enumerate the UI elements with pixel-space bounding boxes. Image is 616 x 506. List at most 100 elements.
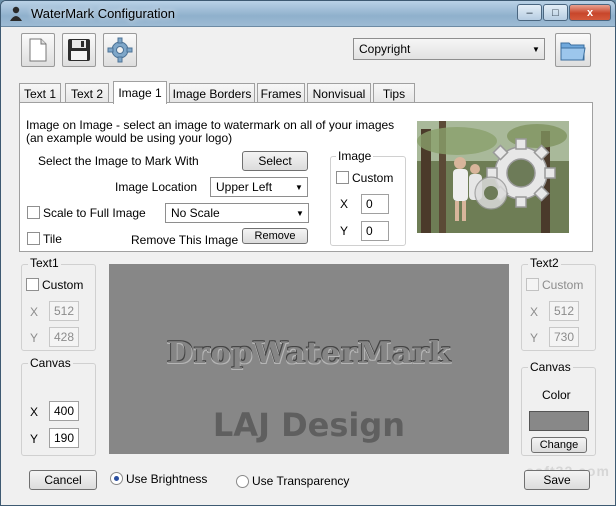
preset-select-value: Copyright <box>359 42 411 56</box>
canvas-y-label: Y <box>30 432 39 446</box>
canvas-x-label: X <box>30 405 39 419</box>
tab-label: Tips <box>382 86 406 101</box>
close-icon: x <box>586 6 594 19</box>
preview-canvas[interactable]: DropWaterMark LAJ Design <box>109 264 509 454</box>
image-group-title: Image <box>336 149 374 163</box>
canvas-size-group-title: Canvas <box>28 356 73 370</box>
minimize-button[interactable]: – <box>517 4 542 21</box>
preview-watermark-text-2[interactable]: LAJ Design <box>109 406 509 444</box>
canvas-color-group-title: Canvas <box>528 360 573 374</box>
text2-custom-label: Custom <box>542 278 584 292</box>
select-image-button[interactable]: Select <box>242 151 308 171</box>
window-title: WaterMark Configuration <box>31 6 176 21</box>
save-file-button[interactable] <box>62 33 96 67</box>
open-folder-button[interactable] <box>555 33 591 67</box>
tile-checkbox[interactable] <box>27 232 40 245</box>
image-1-panel: Image on Image - select an image to wate… <box>19 102 593 252</box>
image-x-label: X <box>340 197 349 211</box>
app-person-icon <box>10 6 22 21</box>
folder-icon <box>560 42 586 61</box>
preview-watermark-text-1[interactable]: DropWaterMark <box>109 336 509 371</box>
text1-x-input[interactable]: 512 <box>49 301 79 321</box>
tab-frames[interactable]: Frames <box>257 83 305 103</box>
canvas-y-input[interactable]: 190 <box>49 428 79 448</box>
field-value: 730 <box>553 330 575 344</box>
text2-x-label: X <box>530 305 539 319</box>
field-value: 512 <box>53 304 75 318</box>
new-document-icon <box>29 38 47 62</box>
maximize-icon: □ <box>552 6 559 19</box>
tab-text-1[interactable]: Text 1 <box>19 83 61 103</box>
tab-label: Image Borders <box>172 86 252 101</box>
save-button[interactable]: Save <box>524 470 590 490</box>
canvas-color-label: Color <box>542 388 571 402</box>
watermark-image-thumbnail <box>417 121 569 233</box>
image-location-value: Upper Left <box>216 180 273 194</box>
tab-label: Text 1 <box>23 86 56 101</box>
chevron-down-icon: ▼ <box>532 44 540 54</box>
scale-select-value: No Scale <box>171 206 220 220</box>
field-value: 0 <box>366 224 373 238</box>
watermark-configuration-window: WaterMark Configuration – □ x Copyright … <box>0 0 616 506</box>
image-x-input[interactable]: 0 <box>361 194 389 214</box>
tab-tips[interactable]: Tips <box>373 83 415 103</box>
use-transparency-label: Use Transparency <box>252 474 350 488</box>
image-custom-label: Custom <box>352 171 394 185</box>
image-location-select[interactable]: Upper Left ▼ <box>210 177 308 197</box>
tile-label: Tile <box>43 232 62 246</box>
chevron-down-icon: ▼ <box>296 208 304 218</box>
change-color-button[interactable]: Change <box>531 437 587 453</box>
settings-button[interactable] <box>103 33 137 67</box>
text1-x-label: X <box>30 305 39 319</box>
tab-label: Frames <box>260 86 302 101</box>
title-bar[interactable]: WaterMark Configuration – □ x <box>1 1 615 27</box>
text2-y-label: Y <box>530 331 539 345</box>
cancel-button[interactable]: Cancel <box>29 470 97 490</box>
tab-text-2[interactable]: Text 2 <box>65 83 109 103</box>
text2-x-input[interactable]: 512 <box>549 301 579 321</box>
text1-y-input[interactable]: 428 <box>49 327 79 347</box>
minimize-icon: – <box>526 6 533 19</box>
button-label: Change <box>539 439 579 451</box>
tab-label: Image 1 <box>118 86 162 100</box>
field-value: 428 <box>53 330 75 344</box>
maximize-button[interactable]: □ <box>543 4 568 21</box>
scale-to-full-checkbox[interactable] <box>27 206 40 219</box>
tab-image-borders[interactable]: Image Borders <box>169 83 255 103</box>
button-label: Save <box>543 473 571 487</box>
canvas-color-swatch[interactable] <box>529 411 589 431</box>
remove-image-label: Remove This Image <box>131 233 239 247</box>
description-line-1: Image on Image - select an image to wate… <box>26 118 395 132</box>
remove-image-button[interactable]: Remove <box>242 228 308 244</box>
tab-label: Nonvisual <box>312 86 366 101</box>
image-y-input[interactable]: 0 <box>361 221 389 241</box>
use-transparency-radio[interactable] <box>236 475 249 488</box>
text2-group-title: Text2 <box>528 256 561 270</box>
field-value: 512 <box>553 304 575 318</box>
use-brightness-label: Use Brightness <box>126 472 208 486</box>
text1-y-label: Y <box>30 331 39 345</box>
canvas-x-input[interactable]: 400 <box>49 401 79 421</box>
image-custom-checkbox[interactable] <box>336 171 349 184</box>
tab-label: Text 2 <box>70 86 103 101</box>
floppy-disk-icon <box>68 39 90 61</box>
description-line-2: (an example would be using your logo) <box>26 131 233 145</box>
close-button[interactable]: x <box>569 4 611 21</box>
field-value: 400 <box>53 404 75 418</box>
gear-icon <box>107 37 133 63</box>
text2-y-input[interactable]: 730 <box>549 327 579 347</box>
text1-custom-label: Custom <box>42 278 84 292</box>
preset-select[interactable]: Copyright ▼ <box>353 38 545 60</box>
new-button[interactable] <box>21 33 55 67</box>
text1-custom-checkbox[interactable] <box>26 278 39 291</box>
button-label: Remove <box>254 230 296 242</box>
use-brightness-radio[interactable] <box>110 472 123 485</box>
image-y-label: Y <box>340 224 349 238</box>
text2-custom-checkbox[interactable] <box>526 278 539 291</box>
tab-image-1[interactable]: Image 1 <box>113 81 167 104</box>
chevron-down-icon: ▼ <box>295 182 303 192</box>
scale-select[interactable]: No Scale ▼ <box>165 203 309 223</box>
tab-nonvisual[interactable]: Nonvisual <box>307 83 371 103</box>
field-value: 190 <box>53 431 75 445</box>
field-value: 0 <box>366 197 373 211</box>
